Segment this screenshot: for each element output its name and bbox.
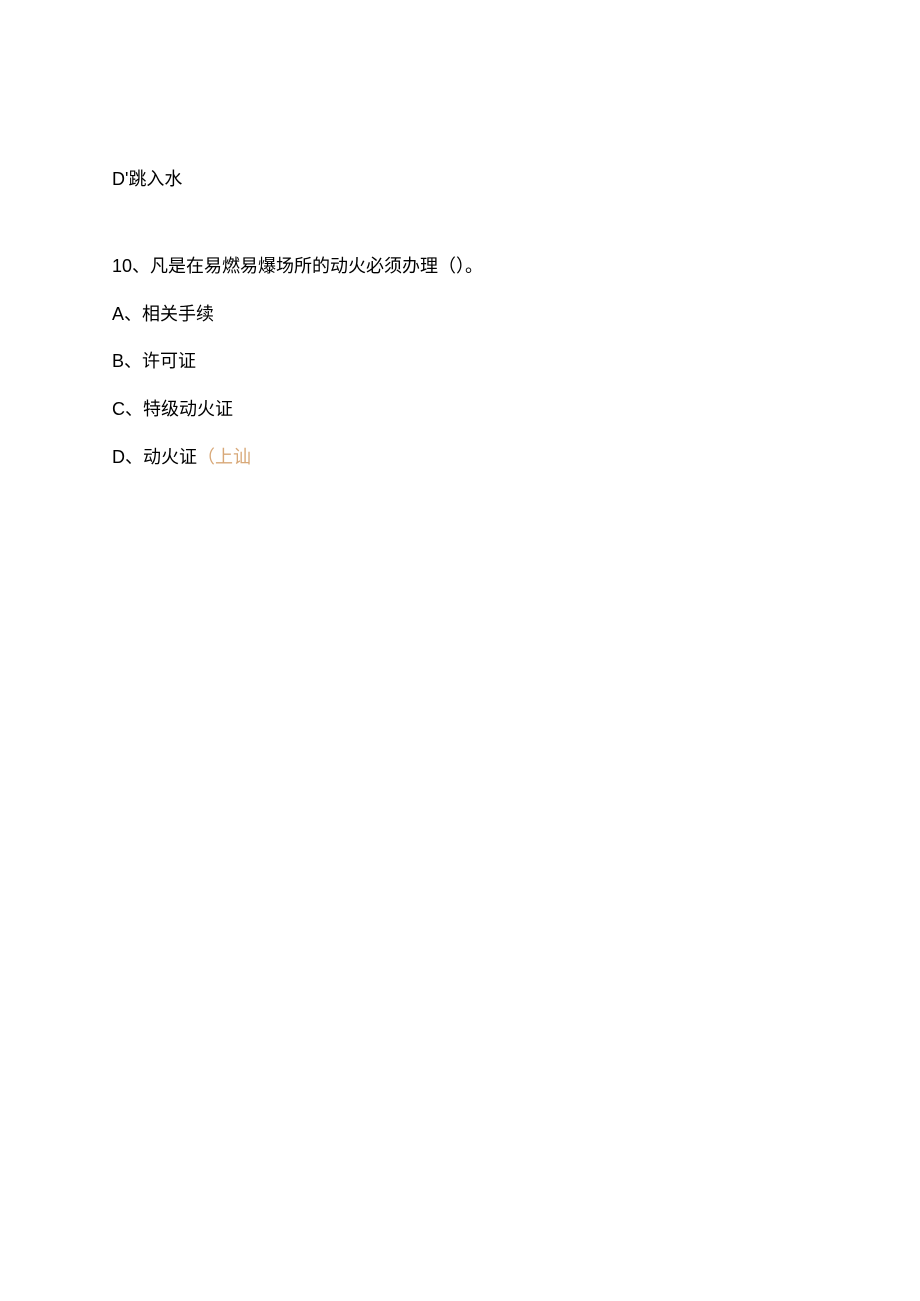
option-text: 特级动火证 <box>143 399 233 419</box>
option-text: 许可证 <box>142 351 196 371</box>
option-b: B、许可证 <box>112 347 808 376</box>
question-number: 10、 <box>112 256 150 276</box>
question-text: 凡是在易燃易爆场所的动火必须办理（）。 <box>150 256 483 276</box>
question-10: 10、凡是在易燃易爆场所的动火必须办理（）。 <box>112 252 808 281</box>
option-d: D、动火证（上讪 <box>112 443 808 472</box>
previous-option-d: D'跳入水 <box>112 165 808 194</box>
option-letter: D、 <box>112 447 143 467</box>
option-c: C、特级动火证 <box>112 395 808 424</box>
option-letter: B、 <box>112 351 142 371</box>
option-letter: D' <box>112 169 128 189</box>
option-text: 动火证 <box>143 447 197 467</box>
option-letter: A、 <box>112 304 142 324</box>
option-letter: C、 <box>112 399 143 419</box>
option-text: 相关手续 <box>142 304 214 324</box>
option-a: A、相关手续 <box>112 300 808 329</box>
option-text: 跳入水 <box>128 169 182 189</box>
annotation-text: （上讪 <box>197 447 251 467</box>
